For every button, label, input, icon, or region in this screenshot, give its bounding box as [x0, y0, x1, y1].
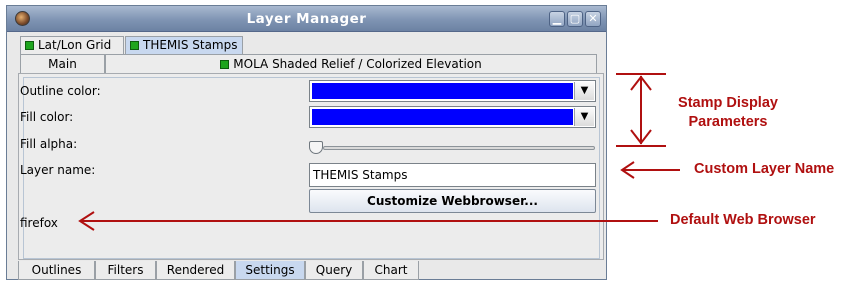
annotation-default-web-browser: Default Web Browser: [670, 212, 816, 228]
annotation-stamp-display: Stamp Display Parameters: [666, 94, 790, 132]
annotation-arrows: [78, 73, 680, 231]
annotation-custom-layer-name: Custom Layer Name: [694, 161, 835, 177]
annotation-line: Parameters: [688, 114, 768, 130]
annotation-line: Stamp Display: [678, 95, 778, 111]
